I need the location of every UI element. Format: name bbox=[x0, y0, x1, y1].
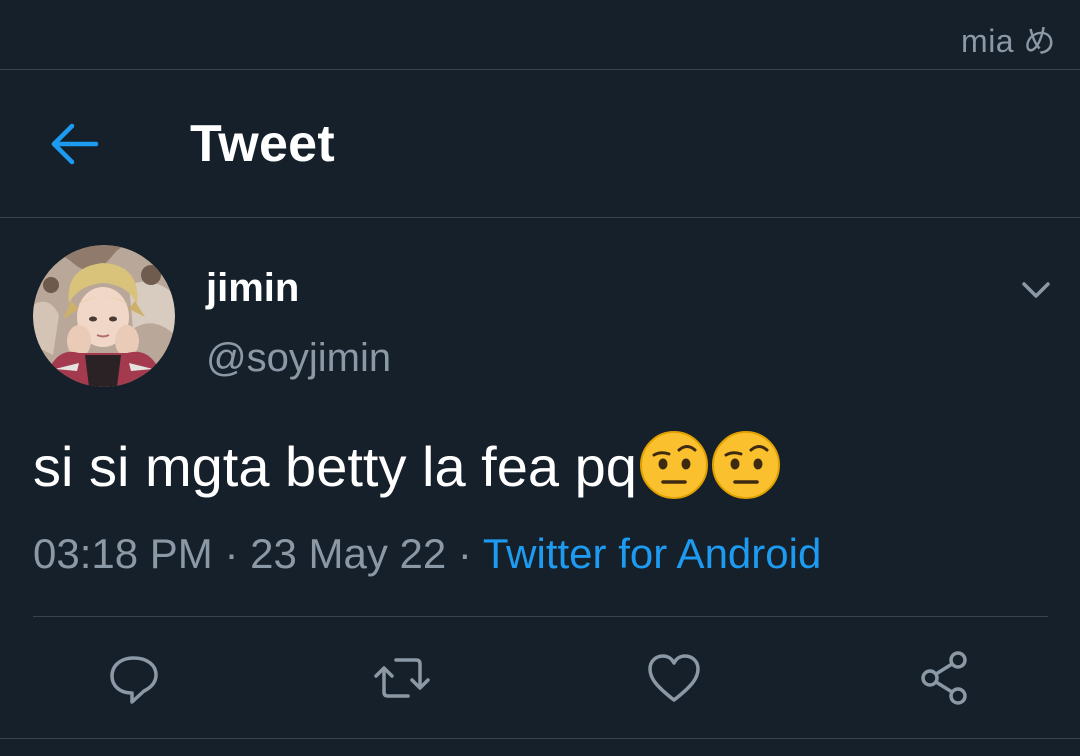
reply-icon bbox=[110, 656, 158, 704]
like-button[interactable] bbox=[642, 646, 706, 710]
tweet-actions-bar bbox=[0, 618, 1080, 738]
meta-separator: · bbox=[457, 530, 472, 577]
watermark-text: mia め bbox=[961, 23, 1056, 59]
tweet-card: jimin @soyjimin si si mgta betty la fea … bbox=[0, 218, 1080, 738]
arrow-left-icon bbox=[51, 123, 99, 165]
share-button[interactable] bbox=[912, 646, 976, 710]
tweet-date: 23 May 22 bbox=[250, 530, 447, 577]
share-icon bbox=[921, 651, 967, 705]
page-title: Tweet bbox=[190, 115, 336, 173]
retweet-icon bbox=[374, 658, 430, 698]
tweet-time: 03:18 PM bbox=[33, 530, 213, 577]
face-with-raised-eyebrow-emoji bbox=[639, 431, 708, 499]
avatar[interactable] bbox=[33, 245, 175, 387]
retweet-button[interactable] bbox=[370, 646, 434, 710]
back-button[interactable] bbox=[42, 116, 106, 172]
top-bar: mia め bbox=[0, 0, 1080, 70]
header-bar: Tweet bbox=[0, 71, 1080, 217]
avatar-image bbox=[33, 245, 175, 387]
tweet-text: si si mgta betty la fea pq bbox=[33, 430, 781, 501]
tweet-body: si si mgta betty la fea pq bbox=[33, 435, 637, 498]
author-display-name[interactable]: jimin bbox=[206, 266, 299, 311]
tweet-meta: 03:18 PM · 23 May 22 · Twitter for Andro… bbox=[33, 530, 821, 578]
heart-icon bbox=[648, 654, 700, 702]
meta-separator: · bbox=[224, 530, 239, 577]
tweet-detail-screen: mia め Tweet jimin @soyjimin si si mgta b… bbox=[0, 0, 1080, 756]
author-handle[interactable]: @soyjimin bbox=[206, 336, 391, 381]
top-divider bbox=[0, 69, 1080, 70]
tweet-menu-button[interactable] bbox=[1014, 270, 1058, 310]
reply-button[interactable] bbox=[102, 646, 166, 710]
chevron-down-icon bbox=[1022, 282, 1050, 298]
face-with-raised-eyebrow-emoji bbox=[711, 431, 780, 499]
tweet-source-link[interactable]: Twitter for Android bbox=[483, 530, 821, 577]
bottom-divider bbox=[0, 738, 1080, 739]
actions-divider bbox=[33, 616, 1048, 617]
